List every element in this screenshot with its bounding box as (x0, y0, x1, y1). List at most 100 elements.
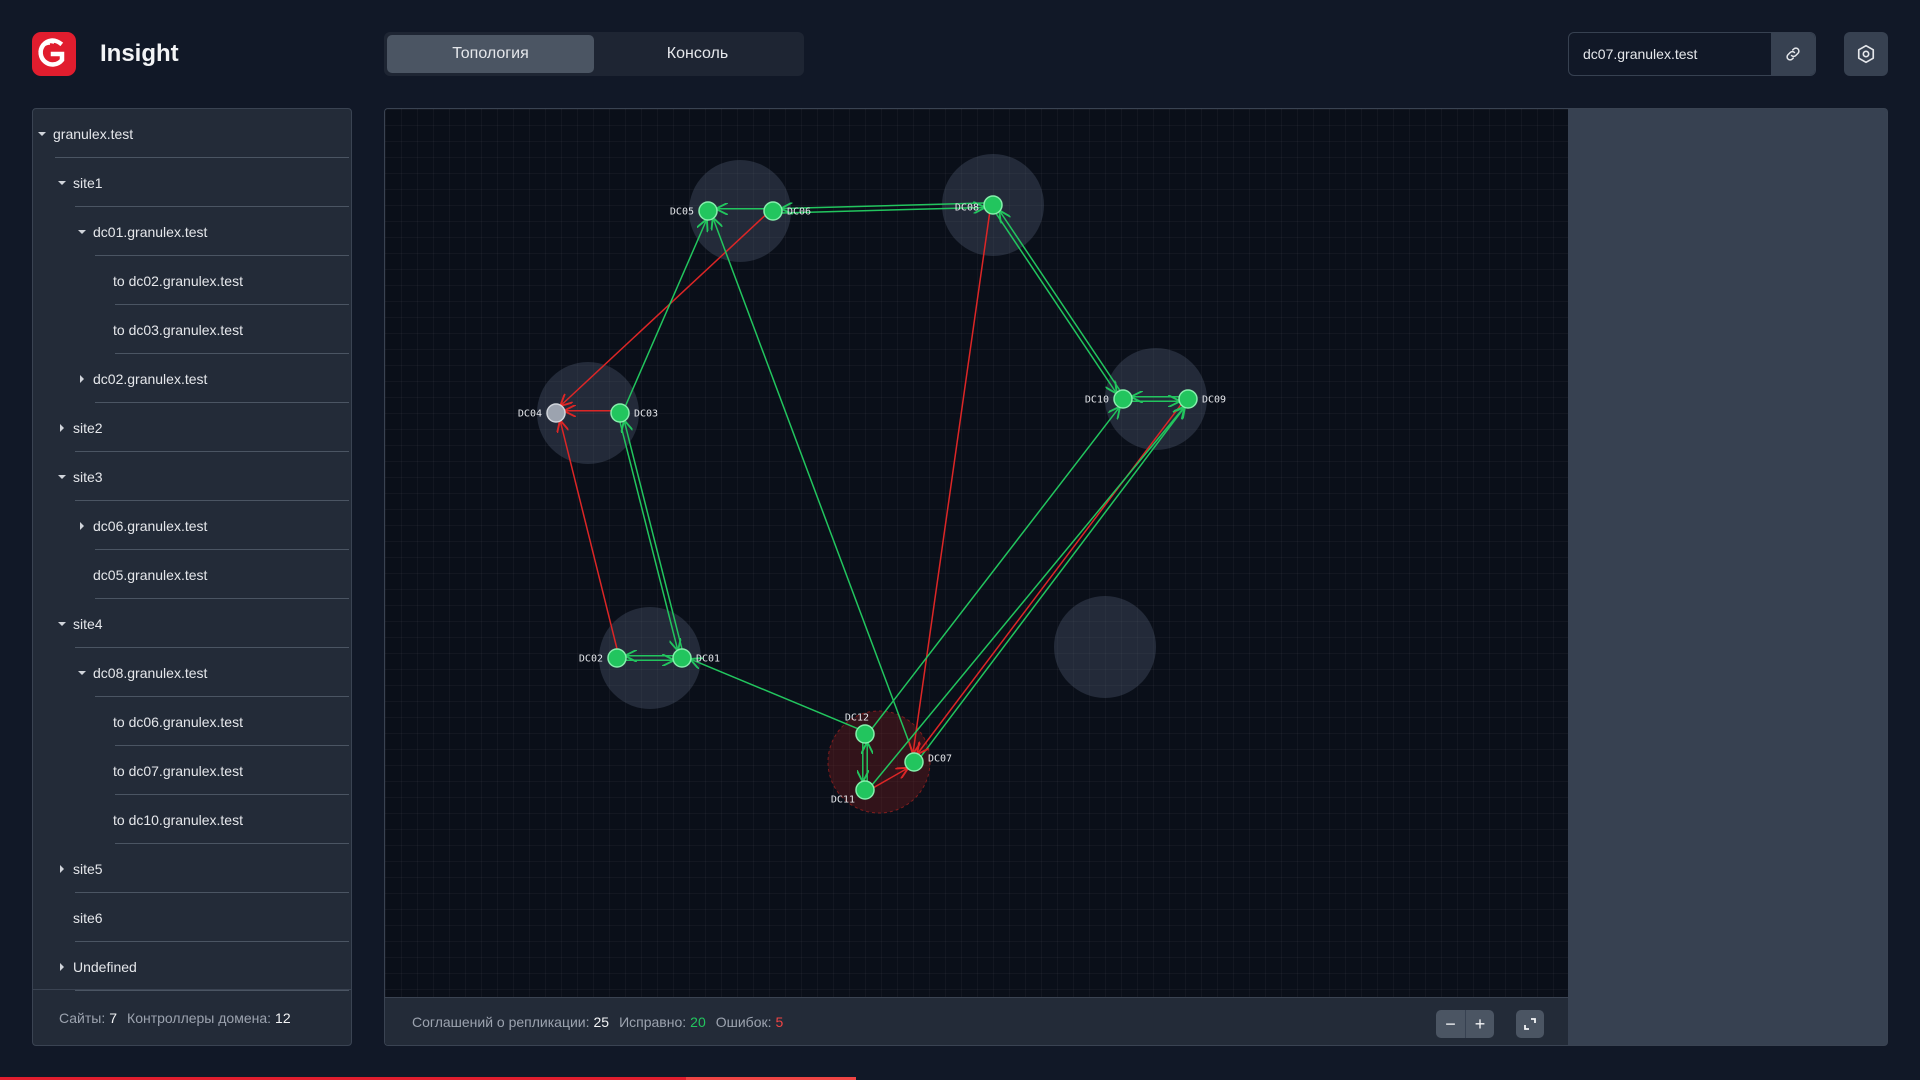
replication-edge-dc06-dc04[interactable] (561, 214, 766, 406)
dc-node-label: DC08 (955, 203, 979, 214)
dc-node-label: DC09 (1202, 395, 1226, 406)
tree-item[interactable]: to dc10.granulex.test (33, 795, 351, 844)
tree-item-label: site5 (73, 860, 103, 877)
sites-count-label: Сайты: (59, 1009, 106, 1026)
tree-item[interactable]: to dc02.granulex.test (33, 256, 351, 305)
topology-canvas[interactable]: DC01 DC02 DC03 DC04 DC05 DC06 DC07 DC08 DC09 DC10… (385, 109, 1568, 999)
tree-item-label: to dc03.granulex.test (113, 321, 243, 338)
tree-item[interactable]: site4 (33, 599, 351, 648)
tree-item[interactable]: granulex.test (33, 109, 351, 158)
caret-placeholder (97, 717, 107, 727)
dc-node-label: DC03 (634, 409, 658, 420)
tree-item[interactable]: to dc03.granulex.test (33, 305, 351, 354)
tree-item[interactable]: dc02.granulex.test (33, 354, 351, 403)
tree-item-label: to dc06.granulex.test (113, 713, 243, 730)
zoom-out-button[interactable]: − (1436, 1010, 1465, 1038)
tree-item[interactable]: dc08.granulex.test (33, 648, 351, 697)
chevron-right-icon[interactable] (77, 374, 87, 384)
replication-edge-dc08-dc07[interactable] (913, 213, 991, 753)
tree-item-label: site6 (73, 909, 103, 926)
tree-item[interactable]: dc05.granulex.test (33, 550, 351, 599)
tree-item[interactable]: to dc07.granulex.test (33, 746, 351, 795)
dc-count-label: Контроллеры домена: (127, 1009, 272, 1026)
dc-node-label: DC01 (696, 654, 720, 665)
dc-node-label: DC04 (518, 409, 542, 420)
chevron-right-icon[interactable] (57, 423, 67, 433)
tree-item[interactable]: site6 (33, 893, 351, 942)
ok-value: 20 (690, 1013, 706, 1030)
chevron-right-icon[interactable] (57, 864, 67, 874)
sidebar-stats: Сайты: 7 Контроллеры домена: 12 (33, 989, 351, 1045)
link-icon (1786, 47, 1800, 61)
replication-edge-dc07-dc05[interactable] (713, 219, 914, 754)
link-button[interactable] (1771, 33, 1815, 75)
caret-placeholder (57, 913, 67, 923)
chevron-right-icon[interactable] (57, 962, 67, 972)
tree-item[interactable]: dc06.granulex.test (33, 501, 351, 550)
tree-item[interactable]: site1 (33, 158, 351, 207)
dc-node-circle[interactable] (672, 648, 692, 668)
replication-edge-dc12-dc01[interactable] (691, 659, 858, 730)
tree-item[interactable]: site5 (33, 844, 351, 893)
dc-node-circle[interactable] (698, 201, 718, 221)
fit-view-button[interactable] (1516, 1010, 1544, 1038)
dc-node-circle[interactable] (546, 403, 566, 423)
dc-node-circle[interactable] (763, 201, 783, 221)
chevron-down-icon[interactable] (57, 178, 67, 188)
dc-node-circle[interactable] (607, 648, 627, 668)
dc-node-label: DC12 (845, 713, 869, 724)
dc-node-circle[interactable] (610, 403, 630, 423)
dc-node-circle[interactable] (1178, 389, 1198, 409)
topology-svg: DC01 DC02 DC03 DC04 DC05 DC06 DC07 DC08 DC09 DC10… (518, 154, 1226, 814)
chevron-down-icon[interactable] (77, 227, 87, 237)
tree-item[interactable]: site2 (33, 403, 351, 452)
dc-node-label: DC07 (928, 754, 952, 765)
tab-topology[interactable]: Топология (387, 35, 594, 73)
dc-node-circle[interactable] (983, 195, 1003, 215)
tree-item[interactable]: Undefined (33, 942, 351, 991)
replication-edge-dc09-dc07[interactable] (918, 404, 1182, 754)
gear-icon (1857, 44, 1875, 64)
details-panel (1568, 108, 1888, 1046)
dc-search (1568, 32, 1816, 76)
dc-count-value: 12 (275, 1009, 291, 1026)
replication-edge-dc03-dc05[interactable] (624, 220, 707, 406)
dc-search-input[interactable] (1569, 33, 1771, 75)
dc-node-circle[interactable] (855, 724, 875, 744)
tab-console[interactable]: Консоль (594, 35, 801, 73)
replication-edge-dc10-dc08[interactable] (1000, 211, 1121, 391)
tree-item[interactable]: dc01.granulex.test (33, 207, 351, 256)
zoom-in-button[interactable]: + (1465, 1010, 1494, 1038)
replication-edge-dc07-dc09[interactable] (920, 408, 1184, 757)
errors-value: 5 (775, 1013, 784, 1030)
tree-item-label: to dc07.granulex.test (113, 762, 243, 779)
tree-item-label: site1 (73, 174, 103, 191)
site-tree: granulex.test site1 dc01.granulex.test to d… (33, 109, 351, 991)
tree-item[interactable]: site3 (33, 452, 351, 501)
caret-placeholder (77, 570, 87, 580)
dc-node-circle[interactable] (1113, 389, 1133, 409)
topology-graph-panel: DC01 DC02 DC03 DC04 DC05 DC06 DC07 DC08 DC09 DC10… (384, 108, 1568, 1046)
site-area (1054, 596, 1156, 698)
tree-item[interactable]: to dc06.granulex.test (33, 697, 351, 746)
replication-edge-dc11-dc09[interactable] (871, 407, 1184, 785)
tree-item-label: dc06.granulex.test (93, 517, 208, 534)
dc-node-label: DC02 (579, 654, 603, 665)
chevron-down-icon[interactable] (77, 668, 87, 678)
zoom-controls: − + (1436, 1010, 1494, 1038)
settings-button[interactable] (1844, 32, 1888, 76)
tree-item-label: site4 (73, 615, 103, 632)
chevron-right-icon[interactable] (77, 521, 87, 531)
agreements-value: 25 (593, 1013, 610, 1030)
chevron-down-icon[interactable] (37, 129, 47, 139)
view-tabs: Топология Консоль (384, 32, 804, 76)
chevron-down-icon[interactable] (57, 619, 67, 629)
chevron-down-icon[interactable] (57, 472, 67, 482)
dc-node-circle[interactable] (855, 780, 875, 800)
replication-edge-dc08-dc10[interactable] (995, 213, 1116, 393)
replication-stats: Соглашений о репликации: 25 Исправно: 20… (385, 997, 1568, 1045)
dc-node-label: DC06 (787, 207, 811, 218)
ok-label: Исправно: (619, 1013, 687, 1030)
dc-node-circle[interactable] (904, 752, 924, 772)
caret-placeholder (97, 325, 107, 335)
